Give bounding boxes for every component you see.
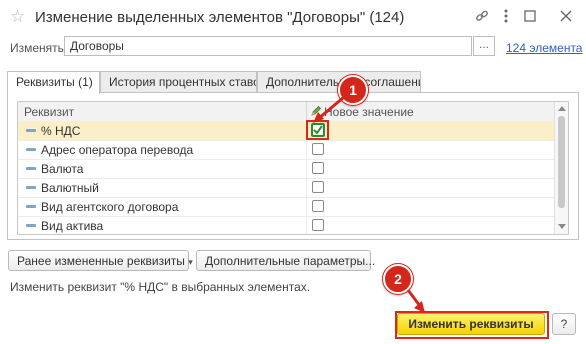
tab-requisites[interactable]: Реквизиты (1) bbox=[7, 71, 100, 94]
scroll-up-icon[interactable] bbox=[558, 106, 566, 111]
help-button[interactable]: ? bbox=[552, 313, 576, 335]
requisite-name: Адрес оператора перевода bbox=[41, 143, 194, 157]
requisites-table[interactable]: Реквизит Новое значение % НДС Адрес опер… bbox=[17, 101, 569, 235]
callout-arrow-icon bbox=[406, 289, 425, 313]
table-row[interactable]: Вид актива bbox=[18, 216, 554, 234]
requisite-name: Валютный bbox=[41, 181, 99, 195]
new-value-checkbox[interactable] bbox=[312, 162, 324, 174]
favorite-star-icon[interactable]: ☆ bbox=[10, 8, 25, 25]
table-row[interactable]: Вид агентского договора bbox=[18, 197, 554, 217]
requisite-name: Вид актива bbox=[41, 219, 104, 233]
vertical-scrollbar[interactable] bbox=[554, 102, 568, 234]
requisite-icon bbox=[26, 224, 36, 227]
window-title: Изменение выделенных элементов "Договоры… bbox=[35, 9, 405, 26]
new-value-checkbox[interactable] bbox=[312, 200, 324, 212]
change-label: Изменять: bbox=[10, 41, 68, 55]
recent-requisites-label: Ранее измененные реквизиты bbox=[17, 254, 185, 268]
elements-count-link[interactable]: 124 элемента bbox=[506, 41, 582, 55]
select-object-button[interactable]: ... bbox=[473, 36, 495, 56]
requisite-icon bbox=[26, 167, 36, 170]
table-header: Реквизит Новое значение bbox=[18, 102, 554, 122]
extra-params-button[interactable]: Дополнительные параметры... bbox=[196, 250, 375, 271]
requisite-icon bbox=[26, 205, 36, 208]
table-row[interactable]: Адрес оператора перевода bbox=[18, 140, 554, 160]
column-requisite[interactable]: Реквизит bbox=[24, 105, 74, 119]
scroll-thumb[interactable] bbox=[558, 116, 565, 208]
more-icon[interactable] bbox=[496, 6, 516, 26]
close-icon[interactable] bbox=[556, 6, 576, 26]
table-row[interactable]: % НДС bbox=[18, 121, 554, 141]
requisite-name: % НДС bbox=[41, 124, 81, 138]
requisite-name: Вид агентского договора bbox=[41, 200, 179, 214]
recent-requisites-button[interactable]: Ранее измененные реквизиты ▾ bbox=[8, 250, 193, 271]
maximize-icon[interactable] bbox=[520, 6, 540, 26]
callout-arrow-icon bbox=[313, 95, 345, 123]
requisite-icon bbox=[26, 186, 36, 189]
new-value-checkbox[interactable] bbox=[312, 143, 324, 155]
table-row[interactable]: Валюта bbox=[18, 159, 554, 179]
scroll-down-icon[interactable] bbox=[558, 224, 566, 229]
requisite-name: Валюта bbox=[41, 162, 84, 176]
dropdown-arrow-icon: ▾ bbox=[188, 257, 193, 267]
new-value-checkbox[interactable] bbox=[312, 219, 324, 231]
tab-interest-history[interactable]: История процентных ставок bbox=[100, 71, 257, 92]
requisite-icon bbox=[26, 129, 36, 132]
new-value-checkbox[interactable] bbox=[312, 181, 324, 193]
object-type-field[interactable]: Договоры bbox=[64, 36, 472, 56]
requisite-icon bbox=[26, 148, 36, 151]
status-message: Изменить реквизит "% НДС" в выбранных эл… bbox=[10, 280, 311, 294]
table-row[interactable]: Валютный bbox=[18, 178, 554, 198]
link-icon[interactable] bbox=[472, 6, 492, 26]
